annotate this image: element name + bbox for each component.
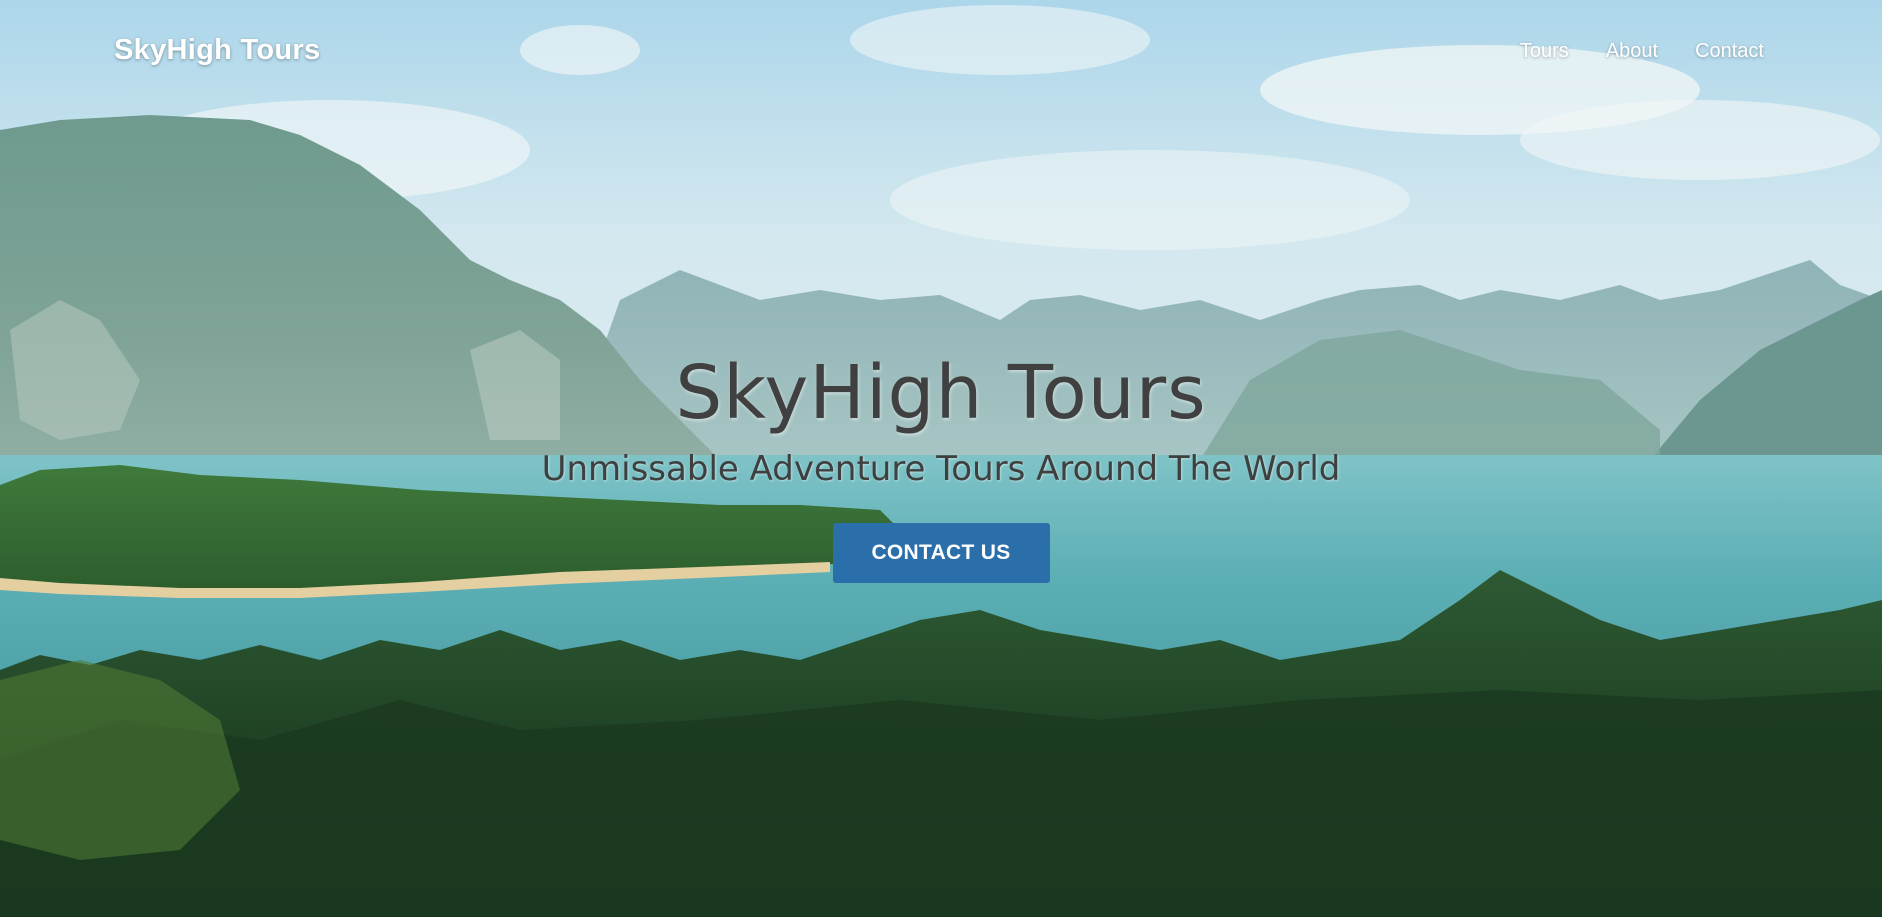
contact-us-button[interactable]: CONTACT US xyxy=(832,523,1050,583)
hero-subtitle: Unmissable Adventure Tours Around The Wo… xyxy=(541,449,1341,489)
brand-logo-link[interactable]: SkyHigh Tours xyxy=(114,34,320,67)
nav-link-about[interactable]: About xyxy=(1606,40,1658,63)
hero-content: SkyHigh Tours Unmissable Adventure Tours… xyxy=(0,345,1882,583)
top-navbar: SkyHigh Tours Tours About Contact xyxy=(0,0,1882,104)
nav-links: Tours About Contact xyxy=(1520,40,1764,63)
nav-link-contact[interactable]: Contact xyxy=(1695,40,1764,63)
hero-title: SkyHigh Tours xyxy=(675,350,1207,436)
hero-section: SkyHigh Tours Tours About Contact SkyHig… xyxy=(0,0,1882,917)
nav-link-tours[interactable]: Tours xyxy=(1520,40,1569,63)
